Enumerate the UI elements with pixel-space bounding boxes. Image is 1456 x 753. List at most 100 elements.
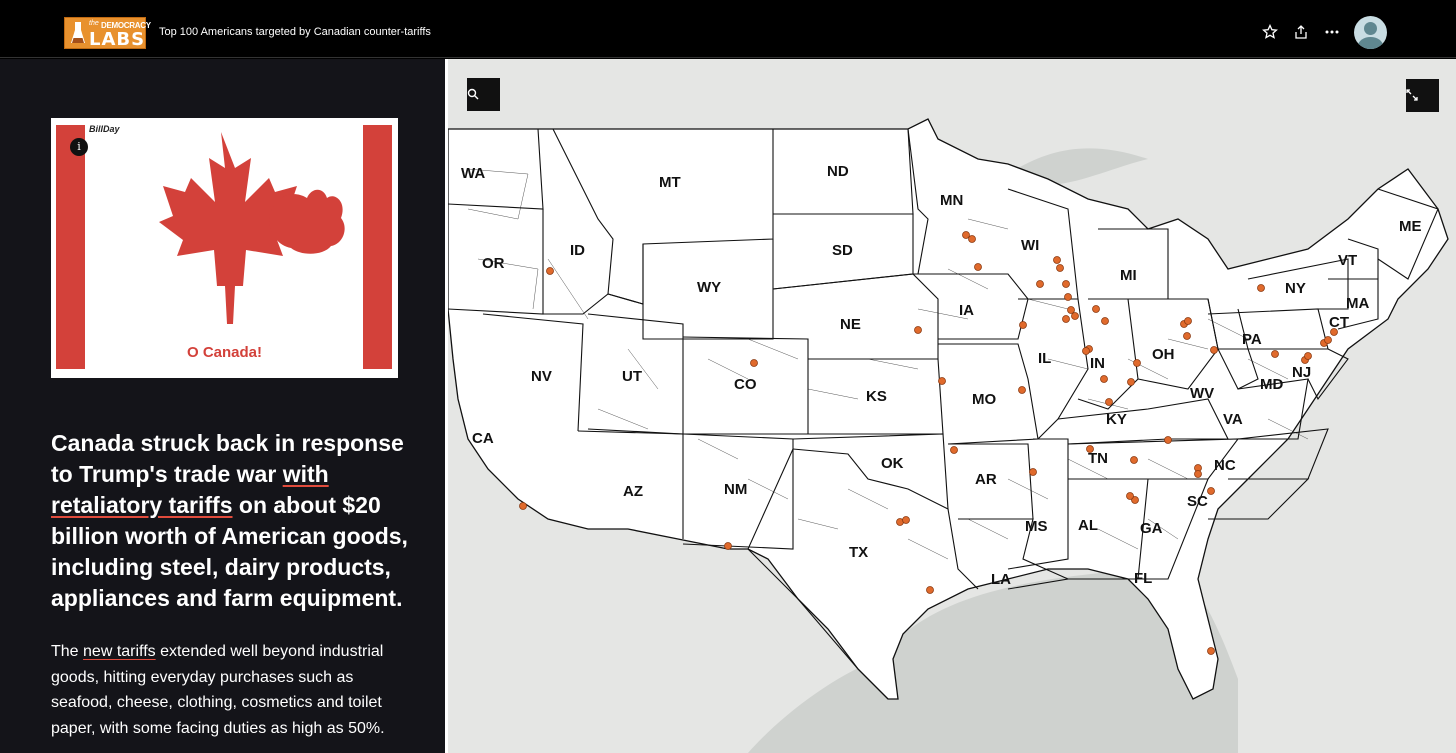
map-marker[interactable] — [1210, 346, 1218, 354]
map-marker[interactable] — [1126, 492, 1134, 500]
state-label-ct: CT — [1329, 314, 1349, 331]
state-label-ga: GA — [1140, 520, 1163, 537]
map-marker[interactable] — [1086, 445, 1094, 453]
maple-leaf-icon — [159, 132, 345, 324]
state-label-va: VA — [1223, 411, 1243, 428]
state-label-ok: OK — [881, 455, 904, 472]
state-label-pa: PA — [1242, 331, 1262, 348]
flag-bar-left — [56, 125, 85, 369]
state-label-mt: MT — [659, 174, 681, 191]
map-marker[interactable] — [1304, 352, 1312, 360]
map-marker[interactable] — [968, 235, 976, 243]
map-marker[interactable] — [974, 263, 982, 271]
story-body: The new tariffs extended well beyond ind… — [51, 639, 396, 741]
state-label-la: LA — [991, 571, 1011, 588]
more-icon[interactable] — [1324, 24, 1340, 40]
new-tariffs-link[interactable]: new tariffs — [83, 643, 156, 660]
map-marker[interactable] — [1101, 317, 1109, 325]
state-label-ny: NY — [1285, 280, 1306, 297]
state-label-nd: ND — [827, 163, 849, 180]
map-marker[interactable] — [1133, 359, 1141, 367]
map-view[interactable]: WA OR CA ID NV MT WY UT AZ CO NM ND SD N… — [448, 59, 1456, 753]
map-marker[interactable] — [1130, 456, 1138, 464]
top-bar: the DEMOCRACY LABS Top 100 Americans tar… — [0, 0, 1456, 58]
state-label-ma: MA — [1346, 295, 1369, 312]
map-marker[interactable] — [1082, 347, 1090, 355]
state-label-tx: TX — [849, 544, 868, 561]
map-marker[interactable] — [1056, 264, 1064, 272]
state-label-wi: WI — [1021, 237, 1039, 254]
cartoon-image: i BillDay O Canada! — [51, 118, 398, 378]
map-marker[interactable] — [1324, 336, 1332, 344]
share-icon[interactable] — [1293, 24, 1309, 40]
map-marker[interactable] — [546, 267, 554, 275]
map-marker[interactable] — [1036, 280, 1044, 288]
avatar-head — [1364, 22, 1377, 35]
state-label-ia: IA — [959, 302, 974, 319]
map-marker[interactable] — [1105, 398, 1113, 406]
state-label-nc: NC — [1214, 457, 1236, 474]
state-label-oh: OH — [1152, 346, 1175, 363]
state-label-md: MD — [1260, 376, 1283, 393]
map-marker[interactable] — [1092, 305, 1100, 313]
map-marker[interactable] — [902, 516, 910, 524]
map-marker[interactable] — [1053, 256, 1061, 264]
map-marker[interactable] — [1018, 386, 1026, 394]
state-label-sd: SD — [832, 242, 853, 259]
state-label-mi: MI — [1120, 267, 1137, 284]
expand-icon — [1406, 89, 1418, 101]
map-marker[interactable] — [519, 502, 527, 510]
state-label-wv: WV — [1190, 385, 1214, 402]
map-marker[interactable] — [1183, 332, 1191, 340]
map-marker[interactable] — [1062, 315, 1070, 323]
state-label-mn: MN — [940, 192, 963, 209]
state-label-al: AL — [1078, 517, 1098, 534]
state-label-in: IN — [1090, 355, 1105, 372]
body-part1: The — [51, 643, 84, 660]
map-marker[interactable] — [938, 377, 946, 385]
state-label-nv: NV — [531, 368, 552, 385]
state-label-ca: CA — [472, 430, 494, 447]
user-avatar[interactable] — [1354, 16, 1387, 49]
map-marker[interactable] — [724, 542, 732, 550]
state-label-or: OR — [482, 255, 505, 272]
state-label-ut: UT — [622, 368, 642, 385]
map-marker[interactable] — [1184, 317, 1192, 325]
state-label-ks: KS — [866, 388, 887, 405]
democracy-labs-logo[interactable]: the DEMOCRACY LABS — [64, 17, 151, 50]
state-label-ky: KY — [1106, 411, 1127, 428]
state-label-ms: MS — [1025, 518, 1048, 535]
us-map: WA OR CA ID NV MT WY UT AZ CO NM ND SD N… — [448, 118, 1449, 753]
map-marker[interactable] — [1194, 470, 1202, 478]
map-marker[interactable] — [1207, 647, 1215, 655]
info-icon[interactable]: i — [70, 138, 88, 156]
map-marker[interactable] — [1207, 487, 1215, 495]
map-expand-button[interactable] — [1406, 79, 1439, 112]
map-marker[interactable] — [950, 446, 958, 454]
map-marker[interactable] — [1257, 284, 1265, 292]
map-marker[interactable] — [1019, 321, 1027, 329]
story-panel: i BillDay O Canada! Canada struck back i… — [0, 59, 445, 753]
star-icon[interactable] — [1262, 24, 1278, 40]
map-marker[interactable] — [1064, 293, 1072, 301]
map-marker[interactable] — [1062, 280, 1070, 288]
map-marker[interactable] — [914, 326, 922, 334]
map-marker[interactable] — [1071, 312, 1079, 320]
state-label-ar: AR — [975, 471, 997, 488]
logo-the: the — [89, 20, 99, 27]
state-label-co: CO — [734, 376, 757, 393]
map-marker[interactable] — [750, 359, 758, 367]
map-marker[interactable] — [1029, 468, 1037, 476]
map-marker[interactable] — [1271, 350, 1279, 358]
map-marker[interactable] — [926, 586, 934, 594]
map-marker[interactable] — [1127, 378, 1135, 386]
map-marker[interactable] — [1164, 436, 1172, 444]
map-search-button[interactable] — [467, 78, 500, 111]
state-label-vt: VT — [1338, 252, 1357, 269]
state-label-az: AZ — [623, 483, 643, 500]
map-marker[interactable] — [1100, 375, 1108, 383]
state-label-nm: NM — [724, 481, 747, 498]
story-title: Top 100 Americans targeted by Canadian c… — [159, 26, 431, 38]
map-marker[interactable] — [1330, 328, 1338, 336]
state-label-nj: NJ — [1292, 364, 1311, 381]
